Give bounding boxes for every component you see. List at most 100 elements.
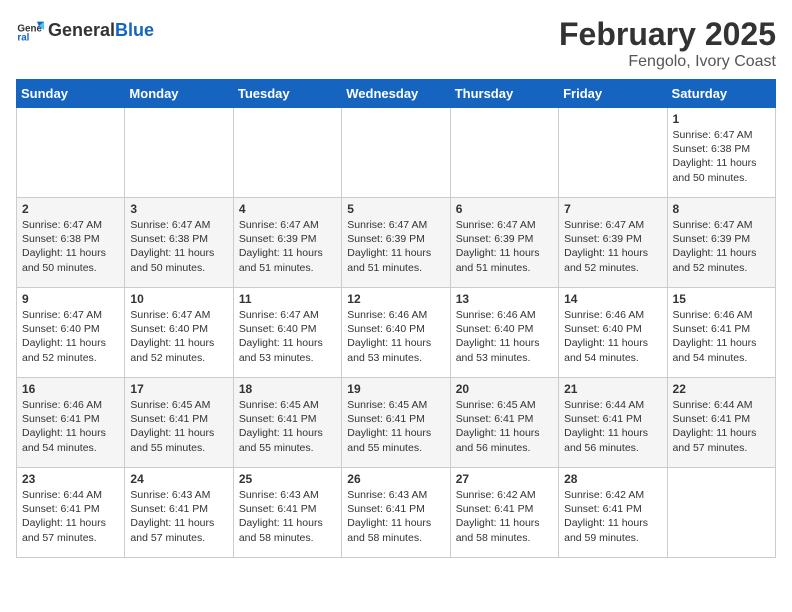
cell-content: Sunrise: 6:47 AM [239,218,336,232]
day-number: 16 [22,382,119,396]
cell-content: Sunset: 6:40 PM [22,322,119,336]
calendar-cell: 20Sunrise: 6:45 AMSunset: 6:41 PMDayligh… [450,378,558,468]
page-header: Gene ral General Blue February 2025 Feng… [16,16,776,71]
calendar-cell [233,108,341,198]
calendar-header-row: SundayMondayTuesdayWednesdayThursdayFrid… [17,80,776,108]
cell-content: Sunrise: 6:45 AM [130,398,227,412]
calendar-week-row: 23Sunrise: 6:44 AMSunset: 6:41 PMDayligh… [17,468,776,558]
cell-content: Sunset: 6:40 PM [564,322,661,336]
cell-content: Daylight: 11 hours and 56 minutes. [564,426,661,454]
month-year-title: February 2025 [559,16,776,53]
cell-content: Daylight: 11 hours and 54 minutes. [673,336,770,364]
cell-content: Daylight: 11 hours and 53 minutes. [239,336,336,364]
day-number: 7 [564,202,661,216]
cell-content: Sunrise: 6:43 AM [347,488,444,502]
day-number: 6 [456,202,553,216]
svg-text:ral: ral [17,33,29,44]
cell-content: Sunrise: 6:47 AM [22,218,119,232]
cell-content: Daylight: 11 hours and 54 minutes. [564,336,661,364]
logo-blue: Blue [115,20,154,41]
calendar-cell: 13Sunrise: 6:46 AMSunset: 6:40 PMDayligh… [450,288,558,378]
cell-content: Sunset: 6:41 PM [673,322,770,336]
cell-content: Daylight: 11 hours and 50 minutes. [130,246,227,274]
cell-content: Sunset: 6:39 PM [239,232,336,246]
day-number: 15 [673,292,770,306]
day-number: 17 [130,382,227,396]
day-number: 3 [130,202,227,216]
day-number: 26 [347,472,444,486]
cell-content: Sunrise: 6:42 AM [564,488,661,502]
cell-content: Daylight: 11 hours and 58 minutes. [456,516,553,544]
cell-content: Sunrise: 6:47 AM [130,218,227,232]
calendar-cell: 26Sunrise: 6:43 AMSunset: 6:41 PMDayligh… [342,468,450,558]
cell-content: Sunset: 6:41 PM [564,412,661,426]
cell-content: Sunrise: 6:46 AM [347,308,444,322]
cell-content: Daylight: 11 hours and 55 minutes. [239,426,336,454]
day-number: 24 [130,472,227,486]
day-number: 19 [347,382,444,396]
header-friday: Friday [559,80,667,108]
cell-content: Sunset: 6:41 PM [239,412,336,426]
cell-content: Sunset: 6:40 PM [130,322,227,336]
cell-content: Sunrise: 6:47 AM [456,218,553,232]
calendar-cell: 11Sunrise: 6:47 AMSunset: 6:40 PMDayligh… [233,288,341,378]
calendar-cell: 21 Sunrise: 6:44 AMSunset: 6:41 PMDayligh… [559,378,667,468]
day-number: 5 [347,202,444,216]
cell-content: Sunrise: 6:44 AM [22,488,119,502]
calendar-cell: 25Sunrise: 6:43 AMSunset: 6:41 PMDayligh… [233,468,341,558]
cell-content: Daylight: 11 hours and 50 minutes. [22,246,119,274]
cell-content: Sunset: 6:39 PM [564,232,661,246]
calendar-cell: 17Sunrise: 6:45 AMSunset: 6:41 PMDayligh… [125,378,233,468]
calendar-week-row: 16Sunrise: 6:46 AMSunset: 6:41 PMDayligh… [17,378,776,468]
header-tuesday: Tuesday [233,80,341,108]
calendar-cell [125,108,233,198]
cell-content: Sunrise: 6:47 AM [347,218,444,232]
calendar-cell: 18Sunrise: 6:45 AMSunset: 6:41 PMDayligh… [233,378,341,468]
cell-content: Daylight: 11 hours and 56 minutes. [456,426,553,454]
calendar-cell: 3Sunrise: 6:47 AMSunset: 6:38 PMDaylight… [125,198,233,288]
cell-content: Sunrise: 6:44 AM [564,398,661,412]
logo-icon: Gene ral [16,16,44,44]
calendar-week-row: 2Sunrise: 6:47 AMSunset: 6:38 PMDaylight… [17,198,776,288]
day-number: 25 [239,472,336,486]
day-number: 11 [239,292,336,306]
day-number: 22 [673,382,770,396]
calendar-cell: 2 Sunrise: 6:47 AMSunset: 6:38 PMDaylight… [17,198,125,288]
calendar-cell: 22Sunrise: 6:44 AMSunset: 6:41 PMDayligh… [667,378,775,468]
cell-content: Sunrise: 6:43 AM [130,488,227,502]
day-number: 2 [22,202,119,216]
calendar-cell [667,468,775,558]
cell-content: Sunrise: 6:46 AM [22,398,119,412]
calendar-cell: 28Sunrise: 6:42 AMSunset: 6:41 PMDayligh… [559,468,667,558]
day-number: 23 [22,472,119,486]
calendar-cell: 14Sunrise: 6:46 AMSunset: 6:40 PMDayligh… [559,288,667,378]
cell-content: Daylight: 11 hours and 51 minutes. [347,246,444,274]
cell-content: Daylight: 11 hours and 52 minutes. [564,246,661,274]
calendar-cell [559,108,667,198]
cell-content: Daylight: 11 hours and 55 minutes. [130,426,227,454]
day-number: 1 [673,112,770,126]
cell-content: Daylight: 11 hours and 53 minutes. [456,336,553,364]
calendar-cell: 27Sunrise: 6:42 AMSunset: 6:41 PMDayligh… [450,468,558,558]
cell-content: Sunrise: 6:47 AM [239,308,336,322]
calendar-cell: 1Sunrise: 6:47 AMSunset: 6:38 PMDaylight… [667,108,775,198]
cell-content: Daylight: 11 hours and 57 minutes. [130,516,227,544]
calendar-cell [450,108,558,198]
header-wednesday: Wednesday [342,80,450,108]
cell-content: Sunrise: 6:45 AM [456,398,553,412]
cell-content: Daylight: 11 hours and 51 minutes. [456,246,553,274]
calendar-cell: 8Sunrise: 6:47 AMSunset: 6:39 PMDaylight… [667,198,775,288]
day-number: 21 [564,382,661,396]
logo: Gene ral General Blue [16,16,154,44]
calendar-cell: 10Sunrise: 6:47 AMSunset: 6:40 PMDayligh… [125,288,233,378]
cell-content: Sunset: 6:41 PM [456,412,553,426]
day-number: 12 [347,292,444,306]
calendar-week-row: 1Sunrise: 6:47 AMSunset: 6:38 PMDaylight… [17,108,776,198]
cell-content: Daylight: 11 hours and 50 minutes. [673,156,770,184]
cell-content: Sunset: 6:39 PM [347,232,444,246]
cell-content: Sunset: 6:41 PM [347,502,444,516]
cell-content: Sunset: 6:38 PM [22,232,119,246]
cell-content: Sunset: 6:41 PM [130,502,227,516]
cell-content: Sunset: 6:39 PM [456,232,553,246]
calendar-cell: 23Sunrise: 6:44 AMSunset: 6:41 PMDayligh… [17,468,125,558]
